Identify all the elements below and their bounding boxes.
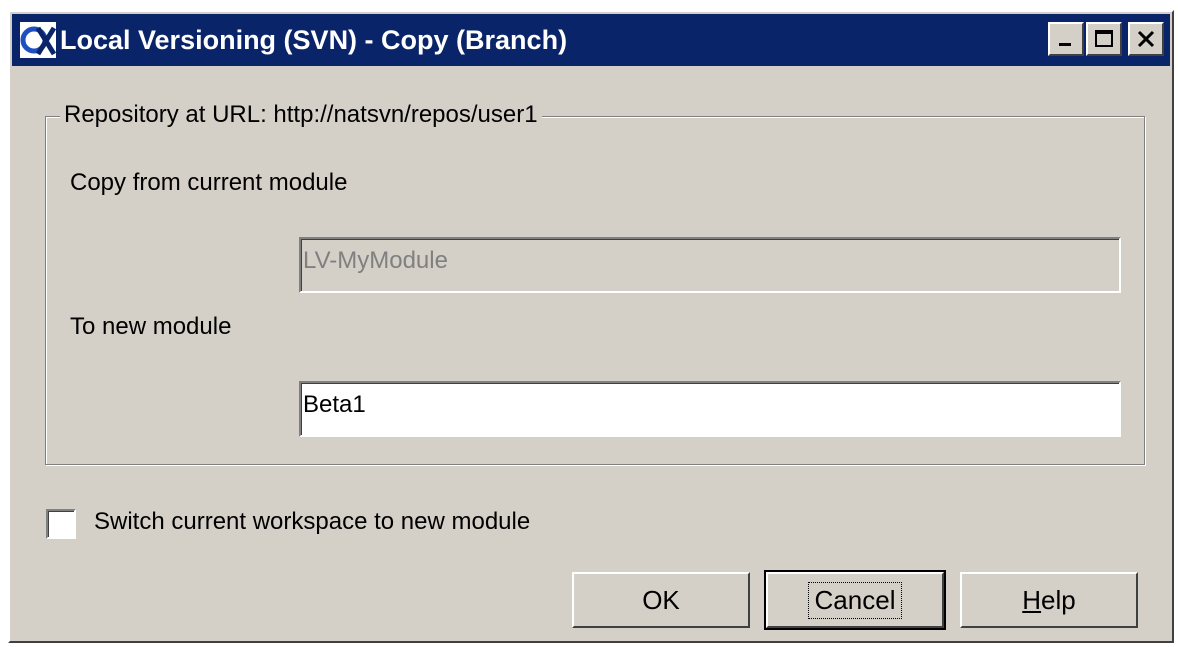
repository-groupbox: Repository at URL: http://natsvn/repos/u… (45, 101, 1145, 465)
help-label: Help (1022, 585, 1075, 616)
maximize-icon (1095, 30, 1113, 47)
close-icon (1137, 30, 1155, 48)
title-bar[interactable]: Local Versioning (SVN) - Copy (Branch) (12, 14, 1170, 66)
close-button[interactable] (1128, 22, 1164, 56)
group-legend: Repository at URL: http://natsvn/repos/u… (60, 101, 542, 129)
copy-from-label: Copy from current module (70, 169, 348, 196)
app-icon (18, 20, 58, 60)
help-button[interactable]: Help (960, 572, 1138, 628)
cancel-label: Cancel (807, 581, 903, 619)
help-mnemonic: H (1022, 584, 1042, 615)
dialog-window: Local Versioning (SVN) - Copy (Branch) R… (8, 10, 1174, 643)
new-module-input[interactable]: Beta1 (299, 381, 1121, 437)
minimize-button[interactable] (1048, 22, 1084, 56)
switch-workspace-label[interactable]: Switch current workspace to new module (94, 508, 530, 536)
minimize-icon (1059, 43, 1071, 46)
ok-label: OK (642, 584, 680, 615)
copy-from-field: LV-MyModule (299, 237, 1121, 293)
ok-button[interactable]: OK (572, 572, 750, 628)
to-new-module-label: To new module (70, 313, 232, 340)
window-title: Local Versioning (SVN) - Copy (Branch) (60, 24, 568, 55)
cancel-button[interactable]: Cancel (764, 570, 946, 630)
window-controls (1046, 22, 1164, 56)
switch-workspace-checkbox[interactable] (46, 509, 76, 539)
maximize-button[interactable] (1086, 22, 1122, 56)
help-label-rest: elp (1041, 584, 1076, 615)
